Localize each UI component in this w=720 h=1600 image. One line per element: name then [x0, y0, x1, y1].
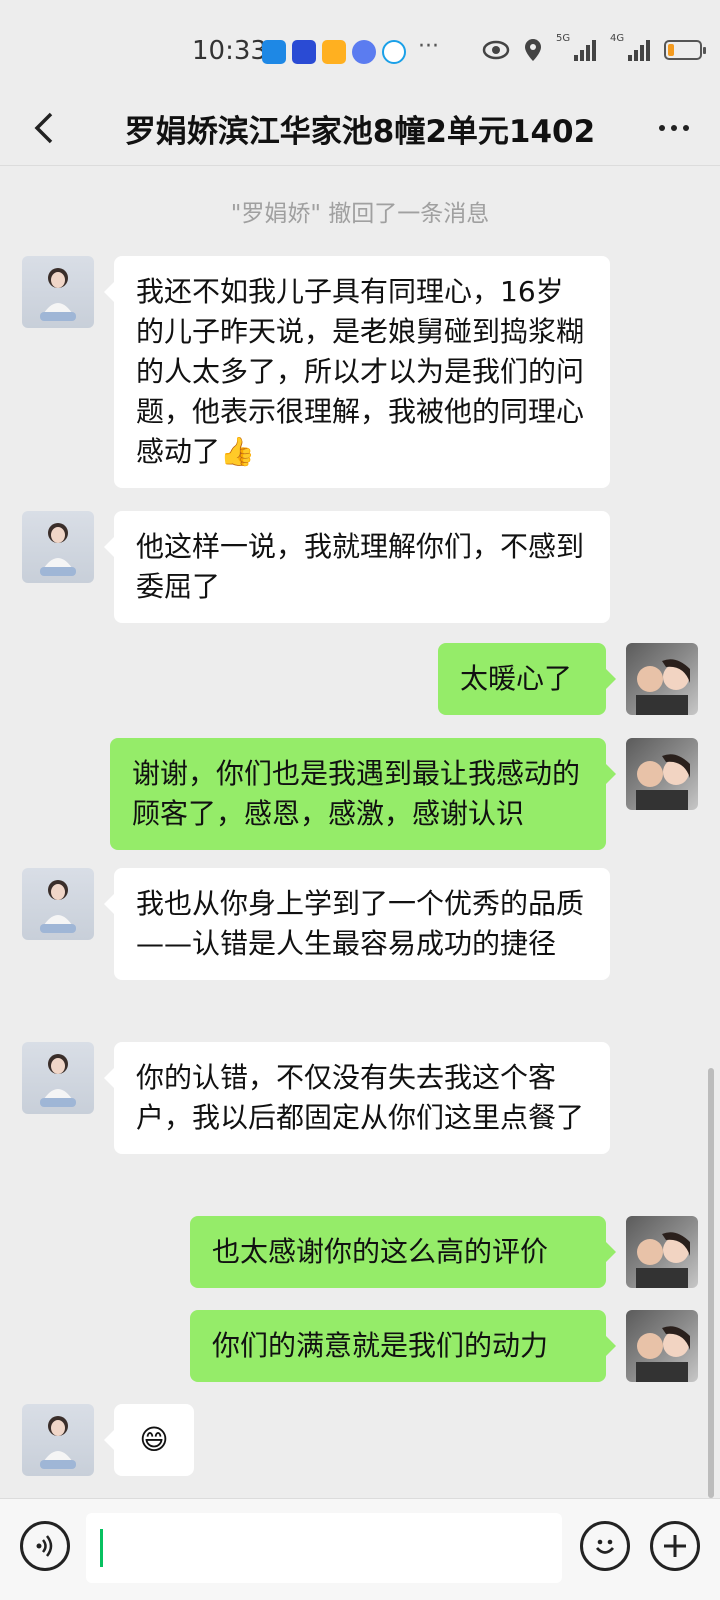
status-bar: 10:33 ··· 5G 4G — [0, 0, 720, 90]
status-overflow: ··· — [418, 34, 439, 59]
emoji-button[interactable] — [580, 1521, 630, 1571]
app-chat-icon — [382, 40, 406, 64]
location-icon — [525, 39, 541, 61]
message-input[interactable] — [86, 1513, 562, 1583]
battery-icon — [664, 40, 706, 60]
chevron-left-icon — [34, 112, 53, 144]
contact-avatar[interactable] — [22, 1042, 94, 1114]
app-game-icon — [292, 40, 316, 64]
smiley-icon — [595, 1539, 615, 1554]
scrollbar[interactable] — [708, 1068, 714, 1498]
more-options-button[interactable] — [652, 108, 696, 148]
signal-5g-icon: 5G — [556, 33, 596, 61]
message-bubble-incoming[interactable]: 你的认错，不仅没有失去我这个客户，我以后都固定从你们这里点餐了 — [104, 1042, 610, 1154]
message-bubble-outgoing[interactable]: 太暖心了 — [438, 643, 616, 715]
status-time: 10:33 — [192, 36, 267, 66]
plus-icon — [664, 1535, 686, 1557]
message-bubble-incoming[interactable]: 我也从你身上学到了一个优秀的品质——认错是人生最容易成功的捷径 — [104, 868, 610, 980]
input-bar — [0, 1498, 720, 1600]
message-bubble-outgoing[interactable]: 你们的满意就是我们的动力 — [190, 1310, 616, 1382]
own-avatar[interactable] — [626, 1310, 698, 1382]
back-button[interactable] — [24, 108, 64, 148]
app-blue-icon — [262, 40, 286, 64]
message-bubble-outgoing[interactable]: 也太感谢你的这么高的评价 — [190, 1216, 616, 1288]
own-avatar[interactable] — [626, 643, 698, 715]
contact-avatar[interactable] — [22, 1404, 94, 1476]
message-bubble-incoming[interactable]: 我还不如我儿子具有同理心，16岁的儿子昨天说，是老娘舅碰到捣浆糊的人太多了，所以… — [104, 256, 610, 488]
own-avatar[interactable] — [626, 738, 698, 810]
own-avatar[interactable] — [626, 1216, 698, 1288]
app-music-icon — [352, 40, 376, 64]
contact-avatar[interactable] — [22, 256, 94, 328]
text-caret — [100, 1529, 103, 1567]
more-functions-button[interactable] — [650, 1521, 700, 1571]
person-icon — [40, 523, 76, 576]
couple-photo-icon — [636, 659, 690, 715]
voice-icon — [36, 1535, 53, 1557]
person-icon — [40, 1054, 76, 1107]
eye-icon — [482, 40, 510, 60]
contact-avatar[interactable] — [22, 511, 94, 583]
contact-avatar[interactable] — [22, 868, 94, 940]
couple-photo-icon — [636, 1326, 690, 1382]
person-icon — [40, 268, 76, 321]
message-list[interactable]: "罗娟娇" 撤回了一条消息 我还不如我儿子具有同理心，16岁的儿子昨天说，是老娘… — [0, 167, 720, 1497]
person-icon — [40, 1416, 76, 1469]
message-bubble-incoming[interactable]: 他这样一说，我就理解你们，不感到委屈了 — [104, 511, 610, 623]
voice-input-button[interactable] — [20, 1521, 70, 1571]
signal-4g-icon: 4G — [610, 33, 650, 61]
couple-photo-icon — [636, 754, 690, 810]
person-icon — [40, 880, 76, 933]
couple-photo-icon — [636, 1232, 690, 1288]
battery-level — [668, 44, 674, 56]
app-orange-icon — [322, 40, 346, 64]
chat-header: 罗娟娇滨江华家池8幢2单元1402 — [0, 90, 720, 166]
recall-notice: "罗娟娇" 撤回了一条消息 — [230, 201, 490, 227]
message-bubble-outgoing[interactable]: 谢谢，你们也是我遇到最让我感动的顾客了，感恩，感激，感谢认识 — [110, 738, 616, 850]
message-bubble-incoming[interactable]: 😄 — [104, 1404, 194, 1476]
chat-title: 罗娟娇滨江华家池8幢2单元1402 — [124, 114, 596, 150]
